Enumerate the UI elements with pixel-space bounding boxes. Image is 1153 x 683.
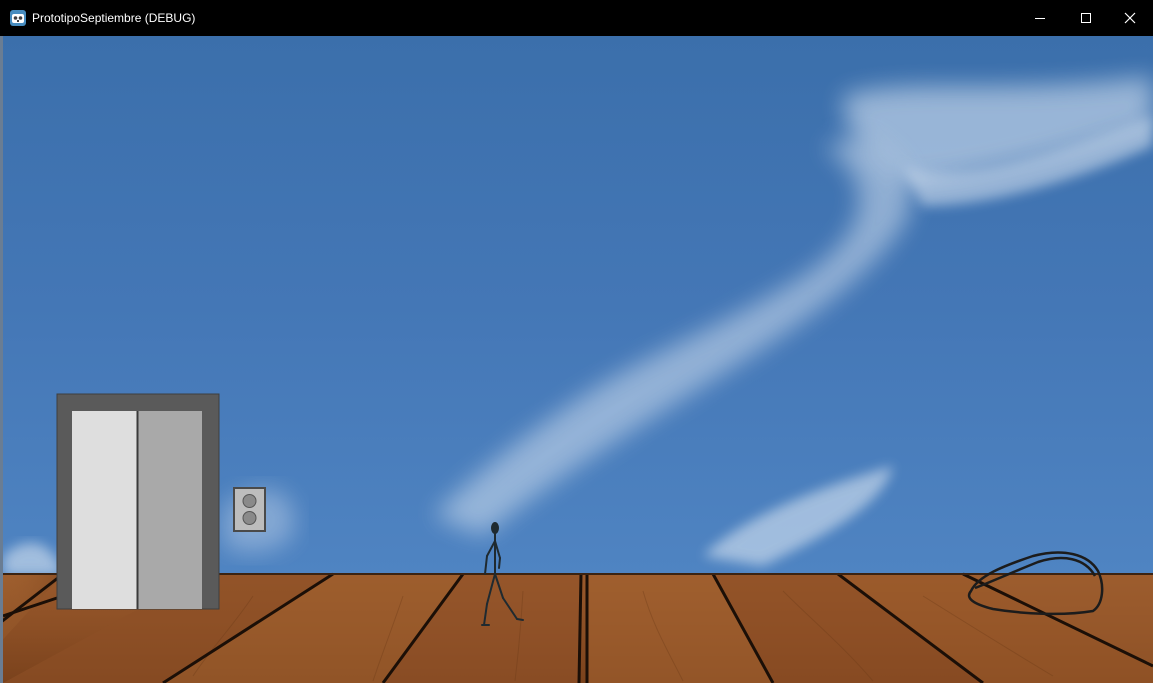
- window-title: PrototipoSeptiembre (DEBUG): [32, 11, 196, 25]
- maximize-button[interactable]: [1063, 0, 1109, 36]
- elevator-door-left: [72, 411, 137, 609]
- close-button[interactable]: [1107, 0, 1153, 36]
- game-viewport[interactable]: [3, 36, 1153, 683]
- elevator-door-right: [138, 411, 202, 609]
- call-button-down[interactable]: [242, 511, 257, 525]
- godot-app-icon: [10, 10, 26, 26]
- close-icon: [1124, 12, 1136, 24]
- minimize-button[interactable]: [1017, 0, 1063, 36]
- call-button-up[interactable]: [242, 494, 257, 508]
- elevator-call-panel[interactable]: [233, 487, 266, 532]
- window-titlebar[interactable]: PrototipoSeptiembre (DEBUG): [0, 0, 1153, 36]
- maximize-icon: [1081, 13, 1091, 23]
- minimize-icon: [1035, 18, 1045, 19]
- elevator[interactable]: [56, 393, 220, 610]
- game-scene: [3, 36, 1153, 683]
